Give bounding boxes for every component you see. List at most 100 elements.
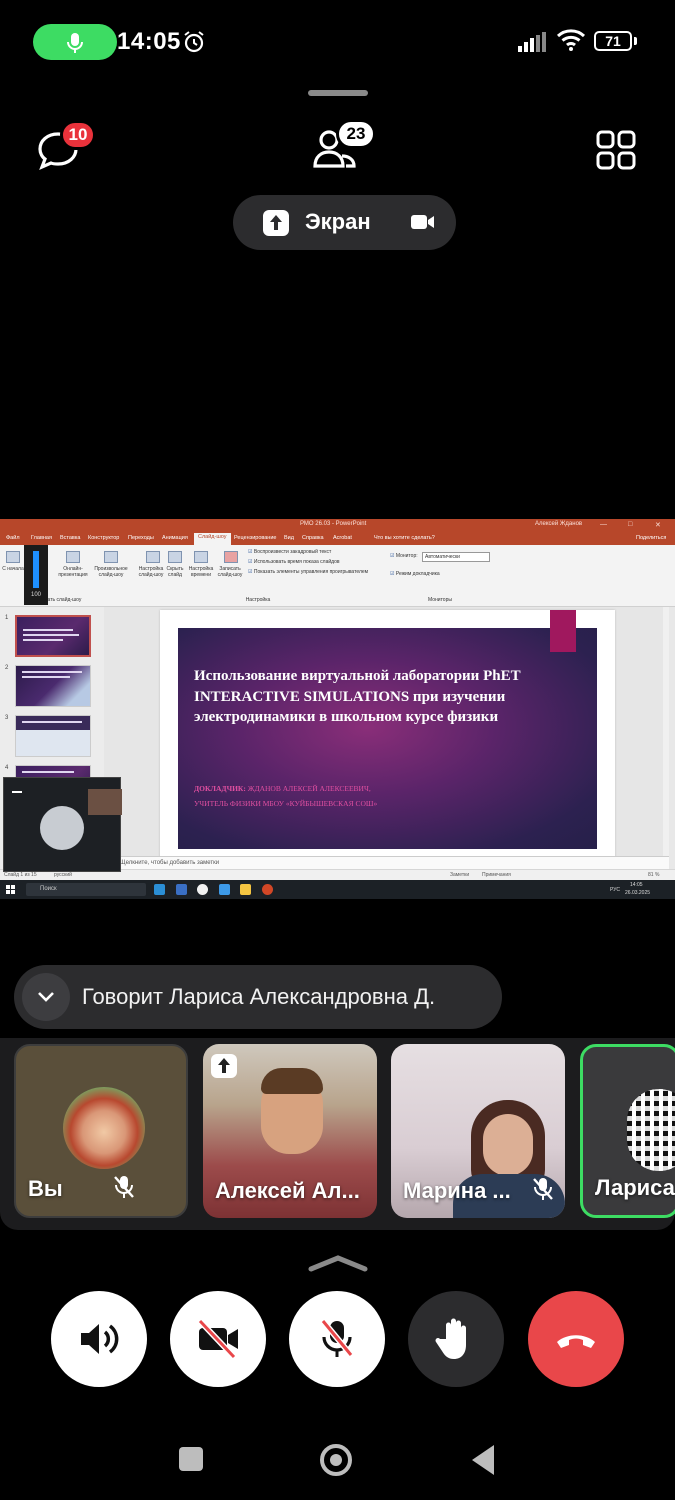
thumb-number: 2 bbox=[5, 665, 9, 671]
self-avatar bbox=[63, 1087, 145, 1169]
yandex-icon bbox=[197, 884, 208, 895]
status-notes: Заметки bbox=[450, 872, 470, 878]
monitor-label: Монитор: bbox=[390, 553, 418, 559]
online-icon bbox=[66, 551, 80, 563]
taskview-icon bbox=[219, 884, 230, 895]
drag-handle[interactable] bbox=[308, 90, 368, 96]
tab-acrobat: Acrobat bbox=[333, 535, 352, 541]
wifi-icon bbox=[556, 29, 586, 51]
tab-view: Вид bbox=[284, 535, 294, 541]
screen-sharing-icon bbox=[211, 1054, 237, 1078]
chevron-up-icon[interactable] bbox=[307, 1253, 369, 1273]
slide-thumbnail bbox=[15, 665, 91, 707]
thumb-number: 4 bbox=[5, 765, 9, 771]
slide-accent-tab bbox=[550, 610, 576, 652]
maximize-icon: □ bbox=[628, 521, 633, 528]
camera-toggle-button[interactable] bbox=[170, 1291, 266, 1387]
screen-share-icon bbox=[263, 210, 289, 236]
speaker-button[interactable] bbox=[51, 1291, 147, 1387]
tray-language: РУС bbox=[610, 887, 621, 893]
speaker-icon bbox=[81, 1324, 119, 1354]
check-timings: Использовать время показа слайдов bbox=[248, 559, 340, 565]
online-label: Онлайн-презентация bbox=[58, 566, 88, 578]
participant-tile-aleksey[interactable]: Алексей Ал... bbox=[203, 1044, 377, 1218]
raise-hand-icon bbox=[435, 1318, 466, 1359]
explorer-icon bbox=[240, 884, 251, 895]
participant-name: Лариса bbox=[595, 1175, 675, 1200]
tab-review: Рецензирование bbox=[234, 535, 277, 541]
ppt-user: Алексей Жданов bbox=[535, 521, 583, 527]
status-comments: Примечания bbox=[482, 872, 511, 878]
participants-count-badge: 23 bbox=[336, 119, 376, 149]
status-zoom: 81 % bbox=[648, 872, 660, 878]
slide-scrollbar bbox=[663, 607, 669, 869]
collapse-button[interactable] bbox=[22, 973, 70, 1021]
participant-avatar-pattern bbox=[627, 1089, 675, 1171]
slide-thumbnail bbox=[15, 715, 91, 757]
ppt-window-title: РМО 26.03 - PowerPoint bbox=[300, 521, 367, 527]
participant-tile-larisa[interactable]: Лариса bbox=[580, 1044, 675, 1218]
tell-me-box: Что вы хотите сделать? bbox=[374, 535, 435, 541]
slide-counter: Слайд 1 из 15 bbox=[4, 872, 37, 878]
title-slide: Использование виртуальной лаборатории Ph… bbox=[178, 610, 597, 849]
from-start-label: С начала bbox=[2, 566, 24, 572]
participant-tile-marina[interactable]: Марина ... bbox=[391, 1044, 565, 1218]
speaker-label: ДОКЛАДЧИК: bbox=[194, 784, 246, 793]
end-call-icon bbox=[557, 1335, 595, 1348]
active-speaker-banner[interactable]: Говорит Лариса Александровна Д. bbox=[14, 965, 502, 1029]
raise-hand-button[interactable] bbox=[408, 1291, 504, 1387]
tab-slideshow: Слайд-шоу bbox=[194, 533, 231, 545]
tray-time: 14:05 bbox=[630, 882, 643, 888]
camera-view-icon[interactable] bbox=[410, 211, 436, 233]
custom-show-icon bbox=[104, 551, 118, 563]
notes-pane: Щелкните, чтобы добавить заметки bbox=[104, 856, 669, 869]
hide-slide-label: Скрыть слайд bbox=[166, 566, 184, 578]
record-icon bbox=[224, 551, 238, 563]
participant-video bbox=[483, 1114, 533, 1176]
check-presenter: Режим докладчика bbox=[390, 571, 440, 577]
timing-icon bbox=[194, 551, 208, 563]
presenter-avatar bbox=[40, 806, 84, 850]
end-call-button[interactable] bbox=[528, 1291, 624, 1387]
speaker-name: ЖДАНОВ АЛЕКСЕЙ АЛЕКСЕЕВИЧ, bbox=[247, 784, 371, 793]
participant-tile-self[interactable]: Вы bbox=[14, 1044, 188, 1218]
signal-icon bbox=[518, 32, 546, 52]
screen-switcher[interactable]: Экран bbox=[233, 195, 456, 250]
slide-speaker-line: ДОКЛАДЧИК: ЖДАНОВ АЛЕКСЕЙ АЛЕКСЕЕВИЧ, bbox=[194, 784, 371, 793]
windows-start-icon bbox=[6, 885, 15, 894]
volume-value: 100 bbox=[30, 592, 41, 598]
slide-speaker-role: УЧИТЕЛЬ ФИЗИКИ МБОУ «КУЙБЫШЕВСКАЯ СОШ» bbox=[194, 799, 378, 808]
participant-name: Вы bbox=[28, 1176, 63, 1201]
system-navigation-bar bbox=[0, 1420, 675, 1500]
volume-fill bbox=[33, 551, 39, 588]
taskbar-search: Поиск bbox=[26, 883, 146, 896]
status-time: 14:05 bbox=[117, 28, 181, 55]
check-controls: Показать элементы управления проигрывате… bbox=[248, 569, 368, 575]
record-label: Записать слайд-шоу bbox=[217, 566, 243, 578]
timing-label: Настройка времени bbox=[188, 566, 214, 578]
mic-off-icon bbox=[533, 1178, 553, 1200]
mic-toggle-button[interactable] bbox=[289, 1291, 385, 1387]
setup-icon bbox=[146, 551, 160, 563]
status-language: русский bbox=[54, 872, 72, 878]
thumb-number: 3 bbox=[5, 715, 9, 721]
recents-button[interactable] bbox=[179, 1447, 203, 1471]
slide-title: Использование виртуальной лаборатории Ph… bbox=[194, 668, 521, 725]
slide-page: Использование виртуальной лаборатории Ph… bbox=[160, 610, 615, 868]
active-mic-indicator[interactable] bbox=[33, 24, 117, 60]
tab-file: Файл bbox=[6, 535, 20, 541]
screen-tab-label[interactable]: Экран bbox=[305, 209, 371, 235]
active-speaker-text: Говорит Лариса Александровна Д. bbox=[82, 984, 436, 1009]
tray-date: 26.03.2025 bbox=[625, 890, 651, 896]
back-button[interactable] bbox=[472, 1445, 494, 1475]
home-button[interactable] bbox=[320, 1444, 352, 1476]
participant-name: Алексей Ал... bbox=[215, 1178, 360, 1203]
tab-animation: Анимация bbox=[162, 535, 188, 541]
presenter-camera-pip bbox=[88, 789, 122, 815]
tab-design: Конструктор bbox=[88, 535, 120, 541]
participant-strip[interactable]: Вы Алексей Ал... Марина ... Лариса bbox=[0, 1038, 675, 1230]
powerpoint-icon bbox=[262, 884, 273, 895]
check-narration: Воспроизвести закадровый текст bbox=[248, 549, 331, 555]
group-setup-label: Настройка bbox=[245, 597, 271, 603]
grid-view-icon[interactable] bbox=[596, 130, 636, 170]
